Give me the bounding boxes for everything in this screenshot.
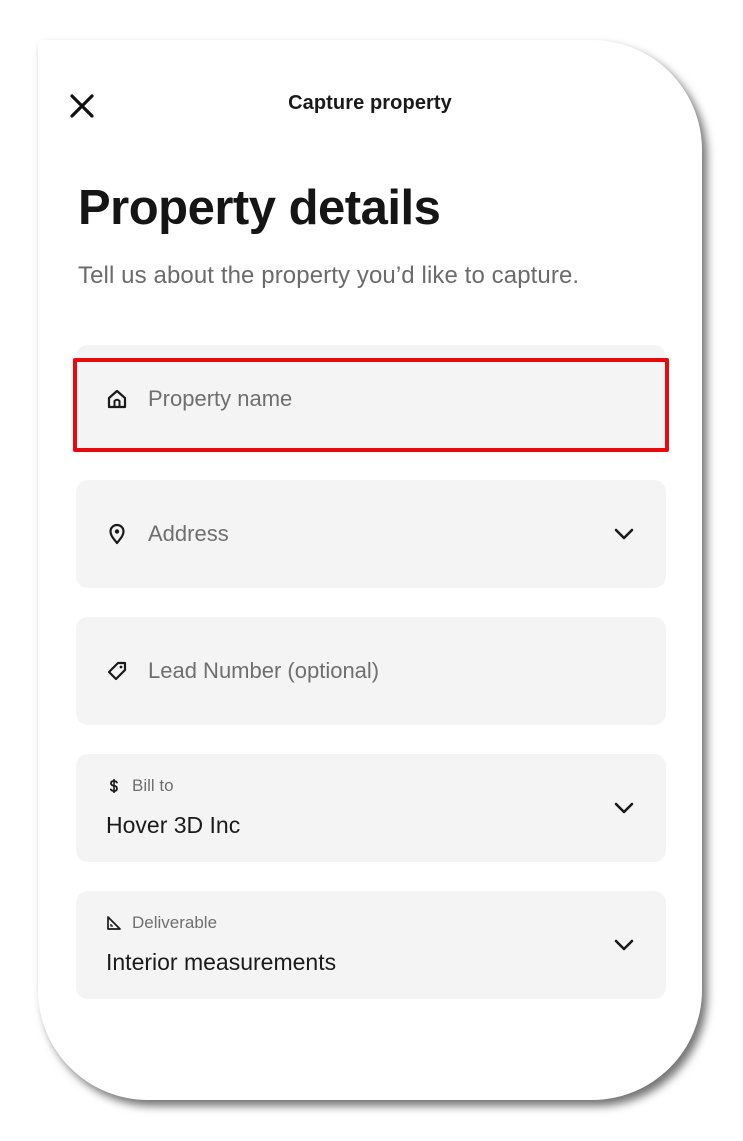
screenshot-stage: Capture property Property details Tell u… [0, 0, 743, 1141]
bill-to-value: Hover 3D Inc [106, 812, 241, 838]
address-placeholder: Address [148, 521, 229, 546]
chevron-down-icon[interactable] [612, 933, 636, 957]
chevron-down-icon[interactable] [612, 522, 636, 546]
lead-number-placeholder: Lead Number (optional) [148, 658, 380, 683]
chevron-down-icon[interactable] [612, 796, 636, 820]
property-name-placeholder: Property name [148, 386, 293, 411]
ruler-triangle-icon [106, 915, 122, 931]
property-name-field[interactable]: Property name [76, 345, 666, 453]
tag-icon [106, 660, 128, 682]
dollar-icon [106, 778, 122, 794]
bill-to-select[interactable]: Bill to Hover 3D Inc [76, 754, 666, 862]
house-icon [106, 388, 128, 410]
deliverable-select[interactable]: Deliverable Interior measurements [76, 891, 666, 999]
phone-screen: Capture property Property details Tell u… [38, 40, 702, 1100]
top-bar: Capture property [38, 40, 702, 170]
bill-to-label-row: Bill to [106, 776, 174, 796]
bill-to-label: Bill to [132, 776, 174, 795]
top-bar-title: Capture property [288, 92, 452, 114]
map-pin-icon [106, 523, 128, 545]
page-subtitle: Tell us about the property you’d like to… [78, 262, 580, 289]
deliverable-label: Deliverable [132, 913, 218, 932]
deliverable-value: Interior measurements [106, 949, 337, 975]
page-title: Property details [78, 181, 441, 235]
lead-number-field[interactable]: Lead Number (optional) [76, 617, 666, 725]
deliverable-label-row: Deliverable [106, 913, 217, 933]
address-field[interactable]: Address [76, 480, 666, 588]
